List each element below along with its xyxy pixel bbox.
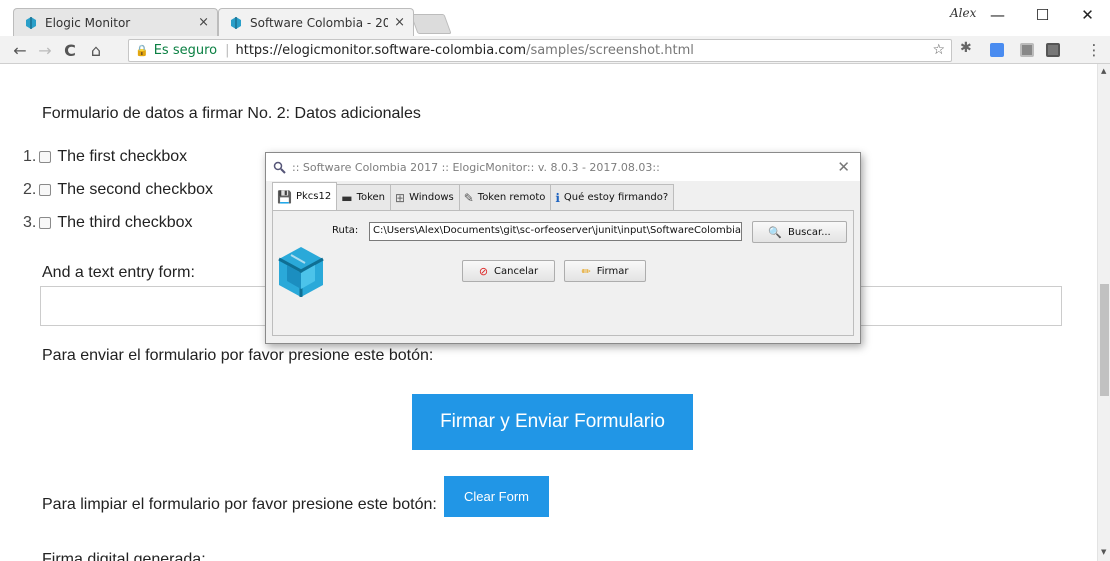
menu-icon[interactable]: ⋮ <box>1084 40 1104 60</box>
list-number: 1. <box>23 148 37 165</box>
button-label: Cancelar <box>494 265 539 277</box>
home-icon[interactable]: ⌂ <box>86 40 106 60</box>
checkbox-row-3: 3. The third checkbox <box>23 214 193 232</box>
cancel-icon: ⊘ <box>478 264 489 278</box>
tab-label: Qué estoy firmando? <box>563 192 669 203</box>
scroll-down-icon[interactable]: ▼ <box>1101 548 1106 556</box>
tab-token[interactable]: ▬ Token <box>336 184 392 210</box>
tab-label: Pkcs12 <box>295 191 332 202</box>
bookmark-star-icon[interactable]: ☆ <box>932 42 945 58</box>
minimize-button[interactable]: — <box>975 0 1020 30</box>
tab-elogic-monitor[interactable]: Elogic Monitor × <box>13 8 218 36</box>
text-entry-label: And a text entry form: <box>42 264 195 281</box>
ruta-path-field[interactable]: C:\Users\Alex\Documents\git\sc-orfeoserv… <box>369 222 742 241</box>
dialog-close-icon[interactable]: ✕ <box>837 158 850 176</box>
tab-windows[interactable]: ⊞ Windows <box>390 184 460 210</box>
usb-token-icon: ▬ <box>341 190 353 205</box>
save-icon: 💾 <box>277 189 292 204</box>
form-heading: Formulario de datos a firmar No. 2: Dato… <box>42 105 421 122</box>
search-icon: 🔍 <box>768 225 782 239</box>
forward-icon[interactable]: → <box>35 40 55 60</box>
secure-label: Es seguro <box>153 43 218 58</box>
list-number: 3. <box>23 214 37 231</box>
tab-pkcs12[interactable]: 💾 Pkcs12 <box>272 182 338 210</box>
elogic-favicon-icon <box>229 16 243 30</box>
elogic-favicon-icon <box>24 16 38 30</box>
close-tab-icon[interactable]: × <box>394 15 405 30</box>
submit-prompt: Para enviar el formulario por favor pres… <box>42 347 434 364</box>
sign-and-submit-button[interactable]: Firmar y Enviar Formulario <box>412 394 693 450</box>
signature-label: Firma digital generada: <box>42 551 206 561</box>
dialog-tabs: 💾 Pkcs12 ▬ Token ⊞ Windows ✎ Token remot… <box>272 182 675 210</box>
button-label: Firmar <box>596 265 629 277</box>
button-label: Buscar... <box>787 226 831 238</box>
address-bar[interactable]: 🔒 Es seguro | https://elogicmonitor.soft… <box>128 39 952 62</box>
url-host: https://elogicmonitor.software-colombia.… <box>235 43 527 58</box>
sign-button[interactable]: ✏ Firmar <box>564 260 646 282</box>
checkbox-3[interactable] <box>39 217 52 229</box>
clear-prompt: Para limpiar el formulario por favor pre… <box>42 496 437 513</box>
signing-dialog: :: Software Colombia 2017 :: ElogicMonit… <box>265 152 861 344</box>
extension-box-icon[interactable] <box>1046 43 1060 57</box>
checkbox-row-1: 1. The first checkbox <box>23 148 187 166</box>
new-tab-button[interactable] <box>410 14 452 34</box>
buscar-button[interactable]: 🔍 Buscar... <box>752 221 847 243</box>
profile-user[interactable]: Alex <box>950 6 976 20</box>
tab-label: Windows <box>409 192 454 203</box>
tab-label: Token <box>356 192 386 203</box>
magnifier-icon <box>273 161 286 174</box>
clear-form-button[interactable]: Clear Form <box>444 476 549 517</box>
extension-bug-icon[interactable]: ✱ <box>960 40 974 56</box>
page-scrollbar[interactable]: ▲ ▼ <box>1097 64 1110 561</box>
checkbox-1[interactable] <box>39 151 52 163</box>
tab-label: Token remoto <box>477 192 546 203</box>
close-window-button[interactable]: ✕ <box>1065 0 1110 30</box>
tab-label: Software Colombia - 201 <box>250 15 389 30</box>
extension-shield-icon[interactable] <box>1020 43 1034 57</box>
checkbox-label: The second checkbox <box>57 181 213 198</box>
list-number: 2. <box>23 181 37 198</box>
dialog-titlebar[interactable]: :: Software Colombia 2017 :: ElogicMonit… <box>266 153 860 181</box>
reload-icon[interactable]: C <box>60 40 80 60</box>
ruta-label: Ruta: <box>332 225 359 236</box>
windows-icon: ⊞ <box>395 190 406 205</box>
close-tab-icon[interactable]: × <box>198 15 209 30</box>
dialog-title: :: Software Colombia 2017 :: ElogicMonit… <box>292 160 660 174</box>
checkbox-row-2: 2. The second checkbox <box>23 181 213 199</box>
url-path: /samples/screenshot.html <box>526 43 694 58</box>
info-icon: ℹ <box>555 190 560 205</box>
maximize-button[interactable]: ☐ <box>1020 0 1065 30</box>
back-icon[interactable]: ← <box>10 40 30 60</box>
cancel-button[interactable]: ⊘ Cancelar <box>462 260 555 282</box>
pen-icon: ✎ <box>463 190 474 205</box>
scroll-up-icon[interactable]: ▲ <box>1101 67 1106 75</box>
tab-label: Elogic Monitor <box>45 15 131 30</box>
checkbox-label: The first checkbox <box>57 148 188 165</box>
lock-icon: 🔒 <box>135 44 149 57</box>
scrollbar-thumb[interactable] <box>1100 284 1109 396</box>
tab-que-estoy-firmando[interactable]: ℹ Qué estoy firmando? <box>550 184 675 210</box>
browser-toolbar: ← → C ⌂ 🔒 Es seguro | https://elogicmoni… <box>0 36 1110 64</box>
translate-extension-icon[interactable] <box>990 43 1004 57</box>
tab-strip: Elogic Monitor × Software Colombia - 201… <box>0 0 1110 36</box>
address-divider: | <box>225 43 230 58</box>
tab-software-colombia[interactable]: Software Colombia - 201 × <box>218 8 414 36</box>
tab-token-remoto[interactable]: ✎ Token remoto <box>458 184 552 210</box>
elogic-logo-icon <box>273 243 329 305</box>
checkbox-2[interactable] <box>39 184 52 196</box>
pencil-icon: ✏ <box>581 264 591 278</box>
checkbox-label: The third checkbox <box>57 214 193 231</box>
